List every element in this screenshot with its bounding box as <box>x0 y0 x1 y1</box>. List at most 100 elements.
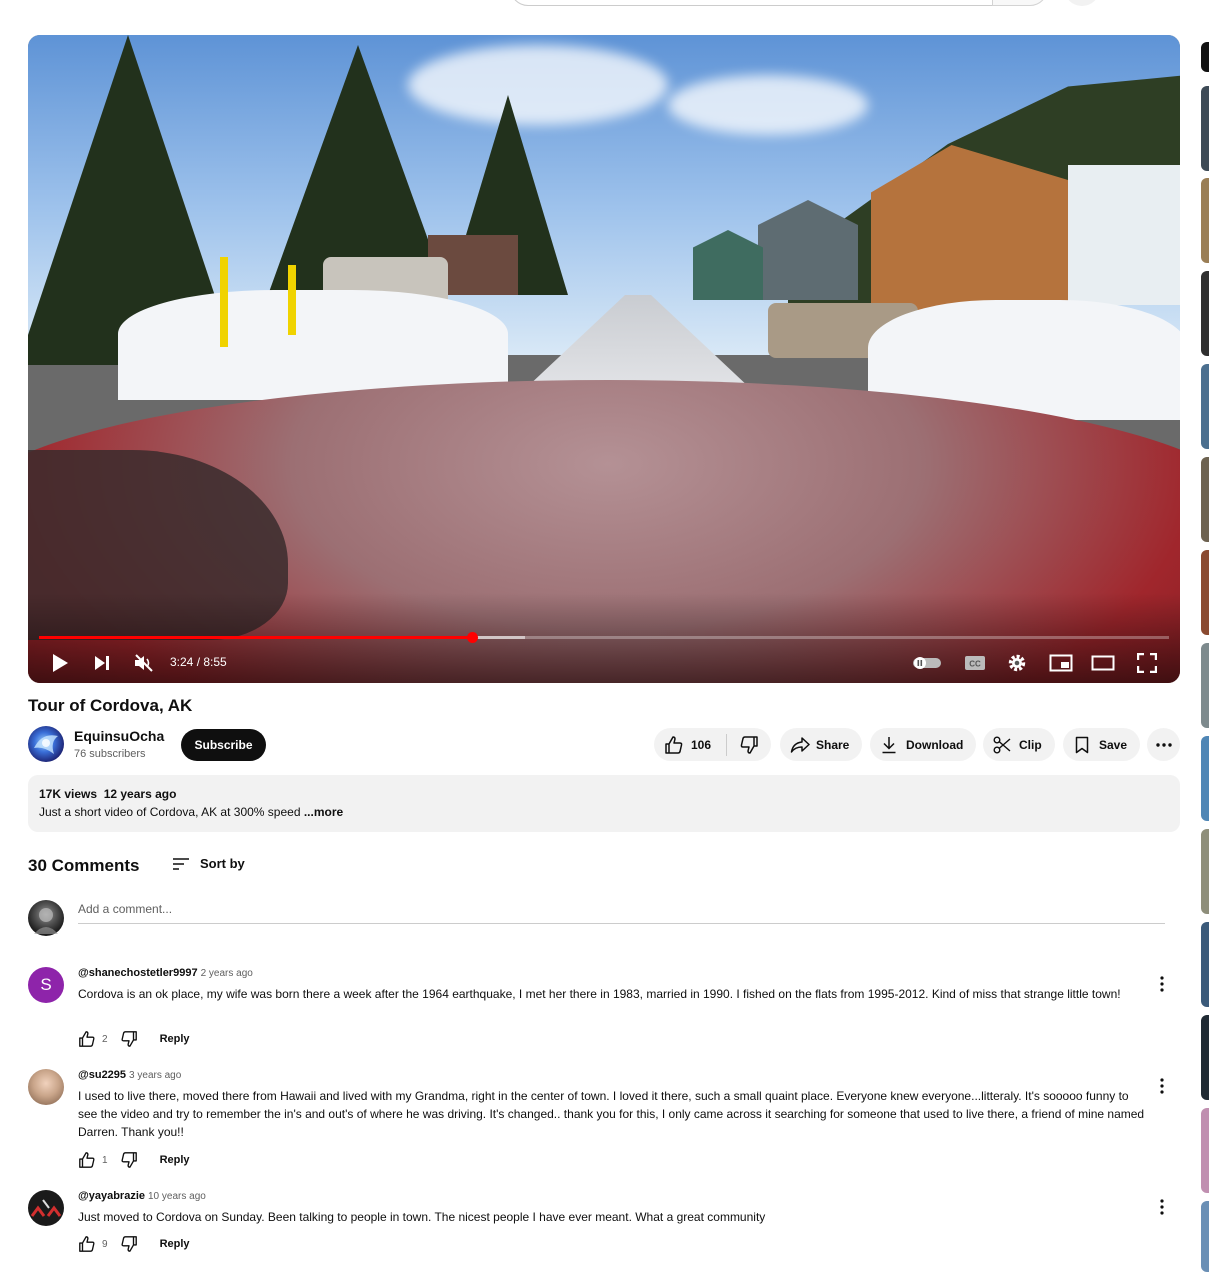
gear-icon <box>1008 654 1026 672</box>
save-button[interactable]: Save <box>1063 728 1140 761</box>
share-button[interactable]: Share <box>780 728 862 761</box>
description-text: Just a short video of Cordova, AK at 300… <box>39 805 343 819</box>
more-vertical-icon <box>1160 1078 1164 1094</box>
recommended-thumbnail[interactable] <box>1201 271 1209 356</box>
theater-mode-button[interactable] <box>1090 651 1116 675</box>
dislike-button[interactable] <box>727 728 771 761</box>
clip-label: Clip <box>1019 737 1042 752</box>
recommended-thumbnail[interactable] <box>1201 550 1209 635</box>
comment-author-avatar[interactable] <box>28 1069 64 1105</box>
thumbs-down-icon[interactable] <box>120 1030 138 1048</box>
sort-icon <box>173 857 189 870</box>
next-button[interactable] <box>90 651 114 675</box>
thumbs-down-icon[interactable] <box>120 1151 138 1169</box>
comment-menu-button[interactable] <box>1154 975 1170 995</box>
video-yellow-post <box>220 257 228 347</box>
video-house <box>1068 165 1180 305</box>
recommended-thumbnail[interactable] <box>1201 1015 1209 1100</box>
download-button[interactable]: Download <box>870 728 976 761</box>
settings-button[interactable] <box>1005 651 1029 675</box>
comment-author[interactable]: @yayabrazie <box>78 1190 145 1202</box>
video-cloud <box>668 75 868 135</box>
video-yellow-post <box>288 265 296 335</box>
comment-time[interactable]: 3 years ago <box>129 1070 181 1081</box>
channel-name[interactable]: EquinsuOcha <box>74 728 164 744</box>
comment-author-avatar[interactable] <box>28 1190 64 1226</box>
player-controls: 3:24 / 8:55 CC <box>28 645 1180 681</box>
muted-volume-icon <box>135 654 153 672</box>
search-input[interactable] <box>510 0 993 6</box>
autoplay-toggle-icon <box>913 657 941 669</box>
save-label: Save <box>1099 737 1128 752</box>
add-comment-input[interactable]: Add a comment... <box>78 902 1165 924</box>
current-user-avatar <box>28 900 64 936</box>
youtube-watch-page: 3:24 / 8:55 CC Tour of Cordova, AK Equin… <box>0 0 1209 1272</box>
progress-played <box>39 636 472 639</box>
search-button[interactable] <box>992 0 1048 6</box>
bookmark-icon <box>1075 736 1089 753</box>
reply-button[interactable]: Reply <box>160 1154 190 1166</box>
comment-author[interactable]: @su2295 <box>78 1069 126 1081</box>
recommended-thumbnail[interactable] <box>1201 178 1209 263</box>
voice-search-button[interactable] <box>1064 0 1100 6</box>
comment-header: @shanechostetler9997 2 years ago <box>78 967 253 979</box>
subscribe-button[interactable]: Subscribe <box>181 729 266 761</box>
comment-text: I used to live there, moved there from H… <box>78 1089 1145 1139</box>
time-display: 3:24 / 8:55 <box>170 655 227 669</box>
thumbs-up-icon[interactable] <box>78 1151 96 1169</box>
recommended-thumbnail[interactable] <box>1201 829 1209 914</box>
comment-menu-button[interactable] <box>1154 1077 1170 1097</box>
autoplay-toggle[interactable] <box>912 651 942 675</box>
recommended-thumbnail[interactable] <box>1201 457 1209 542</box>
share-label: Share <box>816 737 850 752</box>
like-button[interactable]: 106 <box>654 728 726 761</box>
recommended-filter-chip[interactable] <box>1201 42 1209 72</box>
recommended-thumbnail[interactable] <box>1201 1108 1209 1193</box>
download-label: Download <box>906 737 964 752</box>
captions-button[interactable]: CC <box>963 651 987 675</box>
svg-text:CC: CC <box>969 660 981 669</box>
comment-time[interactable]: 10 years ago <box>148 1191 206 1202</box>
description-more-link[interactable]: ...more <box>304 805 343 819</box>
recommended-thumbnail[interactable] <box>1201 643 1209 728</box>
thumbs-up-icon[interactable] <box>78 1235 96 1253</box>
comment-author[interactable]: @shanechostetler9997 <box>78 967 198 979</box>
reply-button[interactable]: Reply <box>160 1033 190 1045</box>
user-avatar-image <box>34 908 58 934</box>
miniplayer-button[interactable] <box>1048 651 1074 675</box>
like-count: 106 <box>691 737 712 752</box>
comment-like-count: 1 <box>102 1154 108 1166</box>
play-button[interactable] <box>48 651 72 675</box>
more-vertical-icon <box>1160 976 1164 992</box>
more-actions-button[interactable] <box>1147 728 1180 761</box>
scissors-icon <box>993 736 1011 753</box>
comment-text: Cordova is an ok place, my wife was born… <box>78 987 1121 1001</box>
comment-actions: 9 Reply <box>78 1234 190 1254</box>
reply-button[interactable]: Reply <box>160 1238 190 1250</box>
recommended-thumbnail[interactable] <box>1201 1201 1209 1272</box>
miniplayer-icon <box>1049 654 1073 672</box>
recommended-thumbnail[interactable] <box>1201 736 1209 821</box>
video-player[interactable]: 3:24 / 8:55 CC <box>28 35 1180 683</box>
thumbs-down-icon[interactable] <box>120 1235 138 1253</box>
sort-comments-button[interactable]: Sort by <box>172 856 245 871</box>
clip-button[interactable]: Clip <box>983 728 1055 761</box>
progress-scrubber-knob[interactable] <box>466 632 478 643</box>
comment-menu-button[interactable] <box>1154 1198 1170 1218</box>
fullscreen-button[interactable] <box>1135 651 1159 675</box>
channel-avatar[interactable] <box>28 726 64 762</box>
recommended-thumbnail[interactable] <box>1201 922 1209 1007</box>
mute-button[interactable] <box>132 651 156 675</box>
recommended-thumbnail[interactable] <box>1201 364 1209 449</box>
comment-avatar-image <box>30 1199 62 1217</box>
recommended-thumbnail[interactable] <box>1201 86 1209 171</box>
progress-bar[interactable] <box>39 632 1169 643</box>
description-box[interactable]: 17K views 12 years ago Just a short vide… <box>28 775 1180 832</box>
video-frame <box>28 35 1180 683</box>
thumbs-up-icon[interactable] <box>78 1030 96 1048</box>
comment-author-avatar[interactable]: S <box>28 967 64 1003</box>
comment-like-count: 2 <box>102 1033 108 1045</box>
thumbs-up-icon <box>665 735 683 754</box>
comment-time[interactable]: 2 years ago <box>201 968 253 979</box>
channel-avatar-image <box>34 735 58 754</box>
